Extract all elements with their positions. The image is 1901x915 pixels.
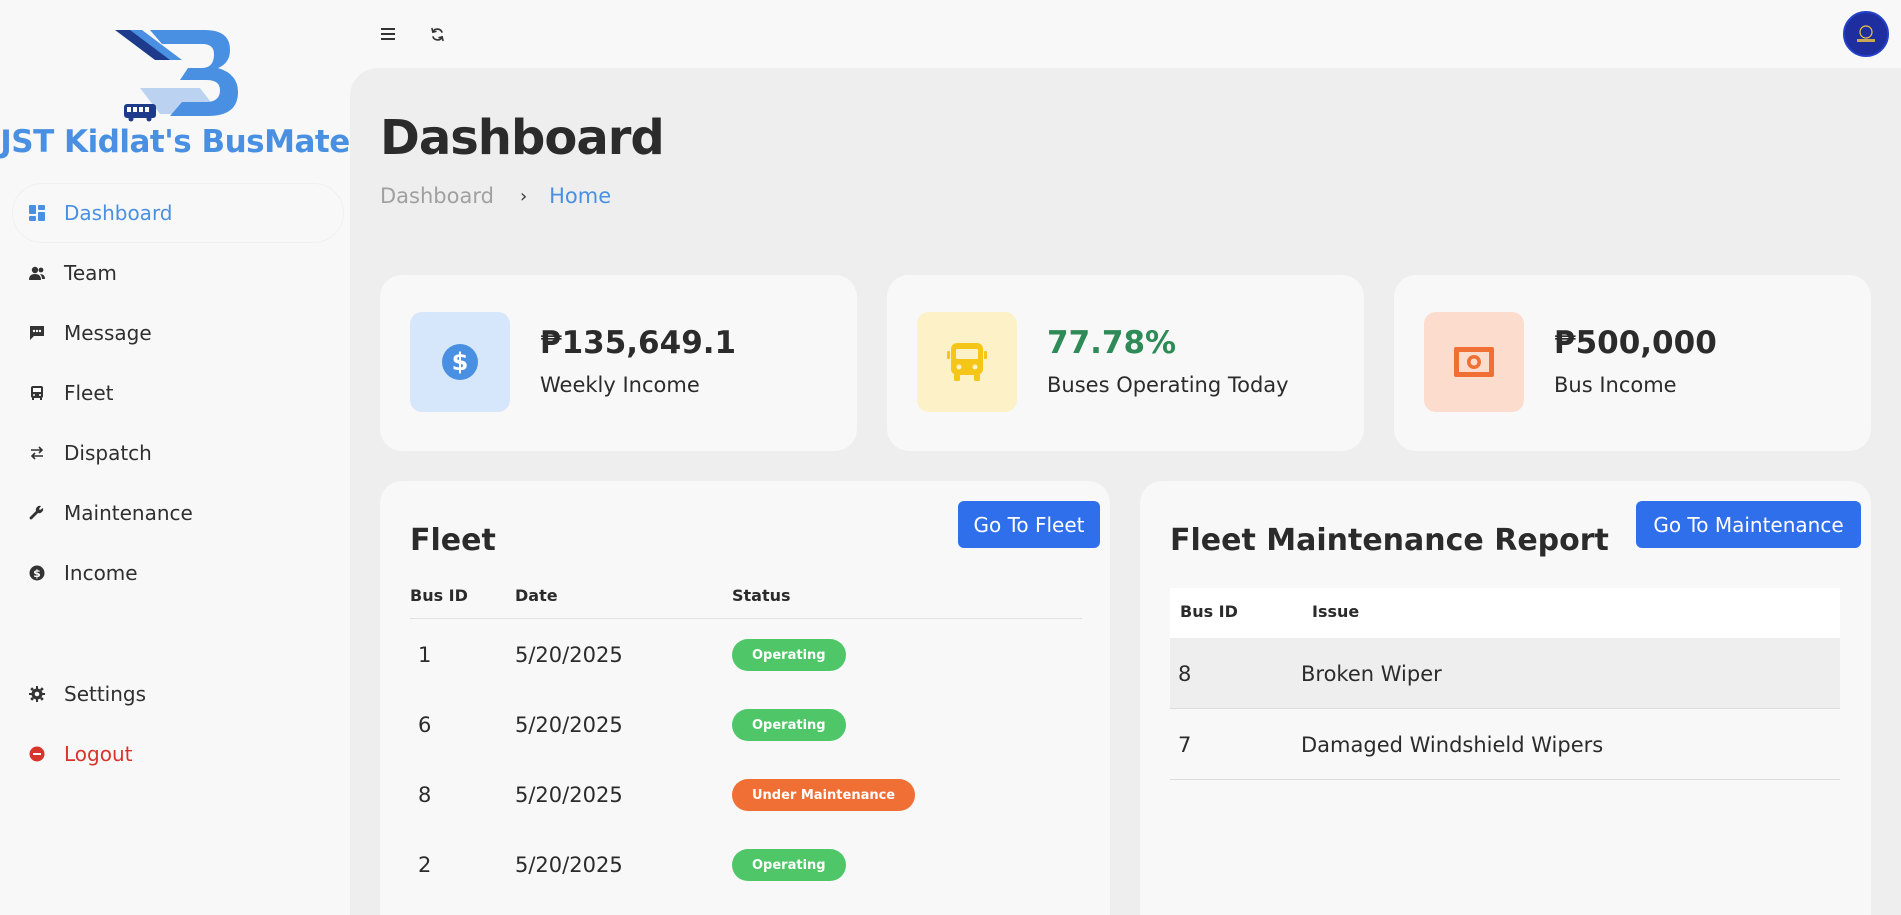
column-header: Bus ID <box>410 586 468 605</box>
go-to-maintenance-button[interactable]: Go To Maintenance <box>1636 501 1861 548</box>
logout-icon <box>28 745 46 763</box>
sidebar-item-logout[interactable]: Logout <box>0 724 350 784</box>
date: 5/20/2025 <box>515 643 623 667</box>
sidebar-item-message[interactable]: Message <box>0 303 350 363</box>
wrench-icon <box>28 504 46 522</box>
fleet-title: Fleet <box>410 523 496 558</box>
stat-card-weekly-income: $ ₱135,649.1 Weekly Income <box>380 275 857 451</box>
status-badge: Operating <box>732 639 846 671</box>
table-header: Bus ID Date Status <box>410 586 1082 619</box>
date: 5/20/2025 <box>515 713 623 737</box>
main-content: Dashboard Dashboard › Home $ ₱135,649.1 … <box>350 68 1901 915</box>
svg-text:$: $ <box>33 567 41 580</box>
sidebar-item-label: Dispatch <box>64 441 152 465</box>
status-badge: Operating <box>732 709 846 741</box>
stat-value: ₱500,000 <box>1554 325 1717 361</box>
table-row: 8 Broken Wiper <box>1170 638 1840 709</box>
breadcrumb-current: Home <box>549 184 612 208</box>
table-row: 8 5/20/2025 Under Maintenance <box>410 759 1082 829</box>
fleet-panel: Fleet Go To Fleet Bus ID Date Status 1 5… <box>380 481 1110 915</box>
breadcrumb-item[interactable]: Dashboard <box>380 184 494 208</box>
sidebar-item-income[interactable]: $ Income <box>0 543 350 603</box>
dashboard-icon <box>28 204 46 222</box>
maintenance-table: Bus ID Issue 8 Broken Wiper 7 Damaged Wi… <box>1170 588 1840 780</box>
sidebar-item-fleet[interactable]: Fleet <box>0 363 350 423</box>
sidebar-item-label: Logout <box>64 742 133 766</box>
sidebar-item-label: Maintenance <box>64 501 193 525</box>
status-badge: Under Maintenance <box>732 779 916 811</box>
go-to-fleet-button[interactable]: Go To Fleet <box>958 501 1100 548</box>
topbar <box>350 0 1901 68</box>
table-row: 7 Damaged Windshield Wipers <box>1170 709 1840 780</box>
maintenance-title: Fleet Maintenance Report <box>1170 523 1609 558</box>
dollar-icon: $ <box>410 312 510 412</box>
stat-label: Buses Operating Today <box>1047 373 1289 397</box>
breadcrumb-separator: › <box>519 185 528 207</box>
sidebar-item-maintenance[interactable]: Maintenance <box>0 483 350 543</box>
sidebar-item-label: Dashboard <box>64 201 173 225</box>
date: 5/20/2025 <box>515 783 623 807</box>
bus-id: 8 <box>1178 662 1192 686</box>
menu-icon[interactable] <box>378 24 398 44</box>
issue: Damaged Windshield Wipers <box>1301 733 1604 757</box>
column-header: Date <box>515 586 558 605</box>
stat-card-buses-operating: 77.78% Buses Operating Today <box>887 275 1364 451</box>
maintenance-panel: Fleet Maintenance Report Go To Maintenan… <box>1140 481 1871 915</box>
sidebar-item-dashboard[interactable]: Dashboard <box>12 183 344 243</box>
stat-label: Weekly Income <box>540 373 700 397</box>
avatar[interactable] <box>1843 11 1889 57</box>
sidebar: JST Kidlat's BusMate Dashboard Team Mess… <box>0 0 350 915</box>
gear-icon <box>28 685 46 703</box>
sidebar-item-label: Income <box>64 561 138 585</box>
bus-icon <box>917 312 1017 412</box>
stat-value: 77.78% <box>1047 325 1177 361</box>
bus-icon <box>28 384 46 402</box>
dispatch-icon <box>28 444 46 462</box>
stat-label: Bus Income <box>1554 373 1677 397</box>
issue: Broken Wiper <box>1301 662 1442 686</box>
sidebar-item-dispatch[interactable]: Dispatch <box>0 423 350 483</box>
busmate-logo <box>115 30 238 122</box>
status-badge: Operating <box>732 849 846 881</box>
sidebar-bottom-nav: Settings Logout <box>0 664 350 784</box>
bus-id: 7 <box>1178 733 1192 757</box>
sidebar-item-team[interactable]: Team <box>0 243 350 303</box>
table-row: 6 5/20/2025 Operating <box>410 689 1082 759</box>
sidebar-nav: Dashboard Team Message Fleet Dispatch Ma… <box>0 183 350 603</box>
sidebar-item-label: Team <box>64 261 117 285</box>
dollar-icon: $ <box>28 564 46 582</box>
column-header: Status <box>732 586 791 605</box>
bus-id: 2 <box>418 853 432 877</box>
page-title: Dashboard <box>380 110 665 166</box>
stat-card-bus-income: ₱500,000 Bus Income <box>1394 275 1871 451</box>
bus-id: 1 <box>418 643 432 667</box>
sidebar-item-label: Fleet <box>64 381 114 405</box>
table-row: 1 5/20/2025 Operating <box>410 619 1082 689</box>
breadcrumb: Dashboard › Home <box>380 184 611 208</box>
svg-text:$: $ <box>452 348 469 376</box>
column-header: Issue <box>1312 602 1360 621</box>
date: 5/20/2025 <box>515 853 623 877</box>
refresh-icon[interactable] <box>427 24 447 44</box>
table-row: 2 5/20/2025 Operating <box>410 829 1082 899</box>
table-header: Bus ID Issue <box>1170 588 1840 638</box>
bus-id: 6 <box>418 713 432 737</box>
sidebar-item-settings[interactable]: Settings <box>0 664 350 724</box>
brand-name: JST Kidlat's BusMate <box>0 124 350 160</box>
sidebar-item-label: Settings <box>64 682 147 706</box>
cash-icon <box>1424 312 1524 412</box>
column-header: Bus ID <box>1180 602 1238 621</box>
stat-value: ₱135,649.1 <box>540 325 737 361</box>
bus-id: 8 <box>418 783 432 807</box>
team-icon <box>28 264 46 282</box>
sidebar-item-label: Message <box>64 321 152 345</box>
message-icon <box>28 324 46 342</box>
